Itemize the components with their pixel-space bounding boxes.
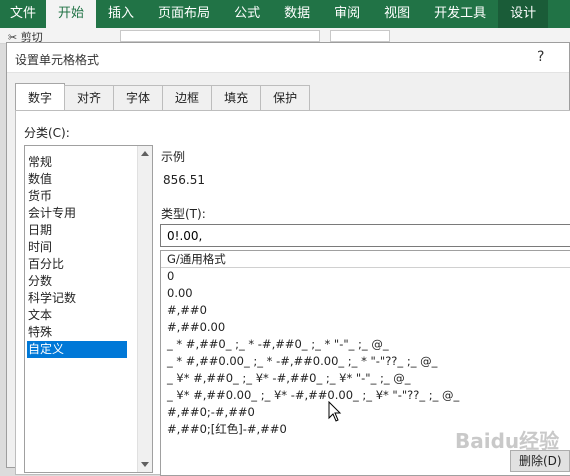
category-item[interactable]: 文本 <box>27 307 127 324</box>
category-item[interactable]: 百分比 <box>27 256 127 273</box>
sample-label: 示例 <box>161 150 186 164</box>
format-item[interactable]: _ ¥* #,##0.00_ ;_ ¥* -#,##0.00_ ;_ ¥* "-… <box>161 387 570 404</box>
watermark-logo: Baidu经验 <box>455 429 560 453</box>
category-item[interactable]: 分数 <box>27 273 127 290</box>
ribbon-tabs: 文件 开始 插入 页面布局 公式 数据 审阅 视图 开发工具 设计 <box>0 0 570 28</box>
dialog-titlebar[interactable]: 设置单元格格式 ? <box>7 43 569 73</box>
category-item[interactable]: 日期 <box>27 222 127 239</box>
category-item[interactable]: 时间 <box>27 239 127 256</box>
font-name-box[interactable] <box>120 30 320 42</box>
ribbon-tab-formulas[interactable]: 公式 <box>222 0 272 28</box>
format-item[interactable]: _ * #,##0_ ;_ * -#,##0_ ;_ * "-"_ ;_ @_ <box>161 336 570 353</box>
scroll-down-icon[interactable] <box>141 462 149 467</box>
format-item[interactable]: G/通用格式 <box>161 251 570 268</box>
ribbon-tab-developer[interactable]: 开发工具 <box>422 0 498 28</box>
tab-border[interactable]: 边框 <box>162 85 213 111</box>
help-button[interactable]: ? <box>537 49 544 65</box>
tab-font[interactable]: 字体 <box>113 85 164 111</box>
sample-value: 856.51 <box>163 173 205 187</box>
mouse-pointer-icon <box>328 401 342 422</box>
format-item[interactable]: #,##0.00 <box>161 319 570 336</box>
category-scrollbar[interactable] <box>137 146 152 472</box>
category-item-custom[interactable]: 自定义 <box>27 341 127 358</box>
format-item[interactable]: #,##0 <box>161 302 570 319</box>
category-item[interactable]: 常规 <box>27 154 127 171</box>
font-size-box[interactable] <box>330 30 390 42</box>
category-item[interactable]: 货币 <box>27 188 127 205</box>
type-label: 类型(T): <box>161 207 206 221</box>
format-item[interactable]: 0 <box>161 268 570 285</box>
category-item[interactable]: 科学记数 <box>27 290 127 307</box>
ribbon-tab-file[interactable]: 文件 <box>0 0 46 28</box>
tab-number[interactable]: 数字 <box>15 83 66 112</box>
tab-alignment[interactable]: 对齐 <box>64 85 115 111</box>
ribbon-tab-page-layout[interactable]: 页面布局 <box>146 0 222 28</box>
type-input[interactable] <box>160 224 570 247</box>
dialog-tabs: 数字 对齐 字体 边框 填充 保护 <box>15 83 311 112</box>
number-tab-panel: 分类(C): 常规 数值 货币 会计专用 日期 时间 百分比 分数 科学记数 文… <box>15 110 570 476</box>
format-item[interactable]: 0.00 <box>161 285 570 302</box>
dialog-title: 设置单元格格式 <box>15 53 100 67</box>
tab-protection[interactable]: 保护 <box>260 85 311 111</box>
category-label: 分类(C): <box>24 126 70 140</box>
scroll-up-icon[interactable] <box>141 151 149 156</box>
format-item[interactable]: _ ¥* #,##0_ ;_ ¥* -#,##0_ ;_ ¥* "-"_ ;_ … <box>161 370 570 387</box>
ribbon-tab-home[interactable]: 开始 <box>46 0 97 28</box>
category-list[interactable]: 常规 数值 货币 会计专用 日期 时间 百分比 分数 科学记数 文本 特殊 自定… <box>24 145 153 473</box>
ribbon-tab-review[interactable]: 审阅 <box>322 0 372 28</box>
ribbon-tab-insert[interactable]: 插入 <box>96 0 146 28</box>
ribbon-tab-view[interactable]: 视图 <box>372 0 422 28</box>
ribbon-tab-data[interactable]: 数据 <box>272 0 322 28</box>
format-item[interactable]: _ * #,##0.00_ ;_ * -#,##0.00_ ;_ * "-"??… <box>161 353 570 370</box>
ribbon-tab-design[interactable]: 设计 <box>498 0 549 28</box>
tab-fill[interactable]: 填充 <box>211 85 262 111</box>
format-cells-dialog: 设置单元格格式 ? 数字 对齐 字体 边框 填充 保护 分类(C): 常规 数值… <box>6 42 570 476</box>
format-item[interactable]: #,##0;-#,##0 <box>161 404 570 421</box>
category-item[interactable]: 特殊 <box>27 324 127 341</box>
category-item[interactable]: 数值 <box>27 171 127 188</box>
category-item[interactable]: 会计专用 <box>27 205 127 222</box>
